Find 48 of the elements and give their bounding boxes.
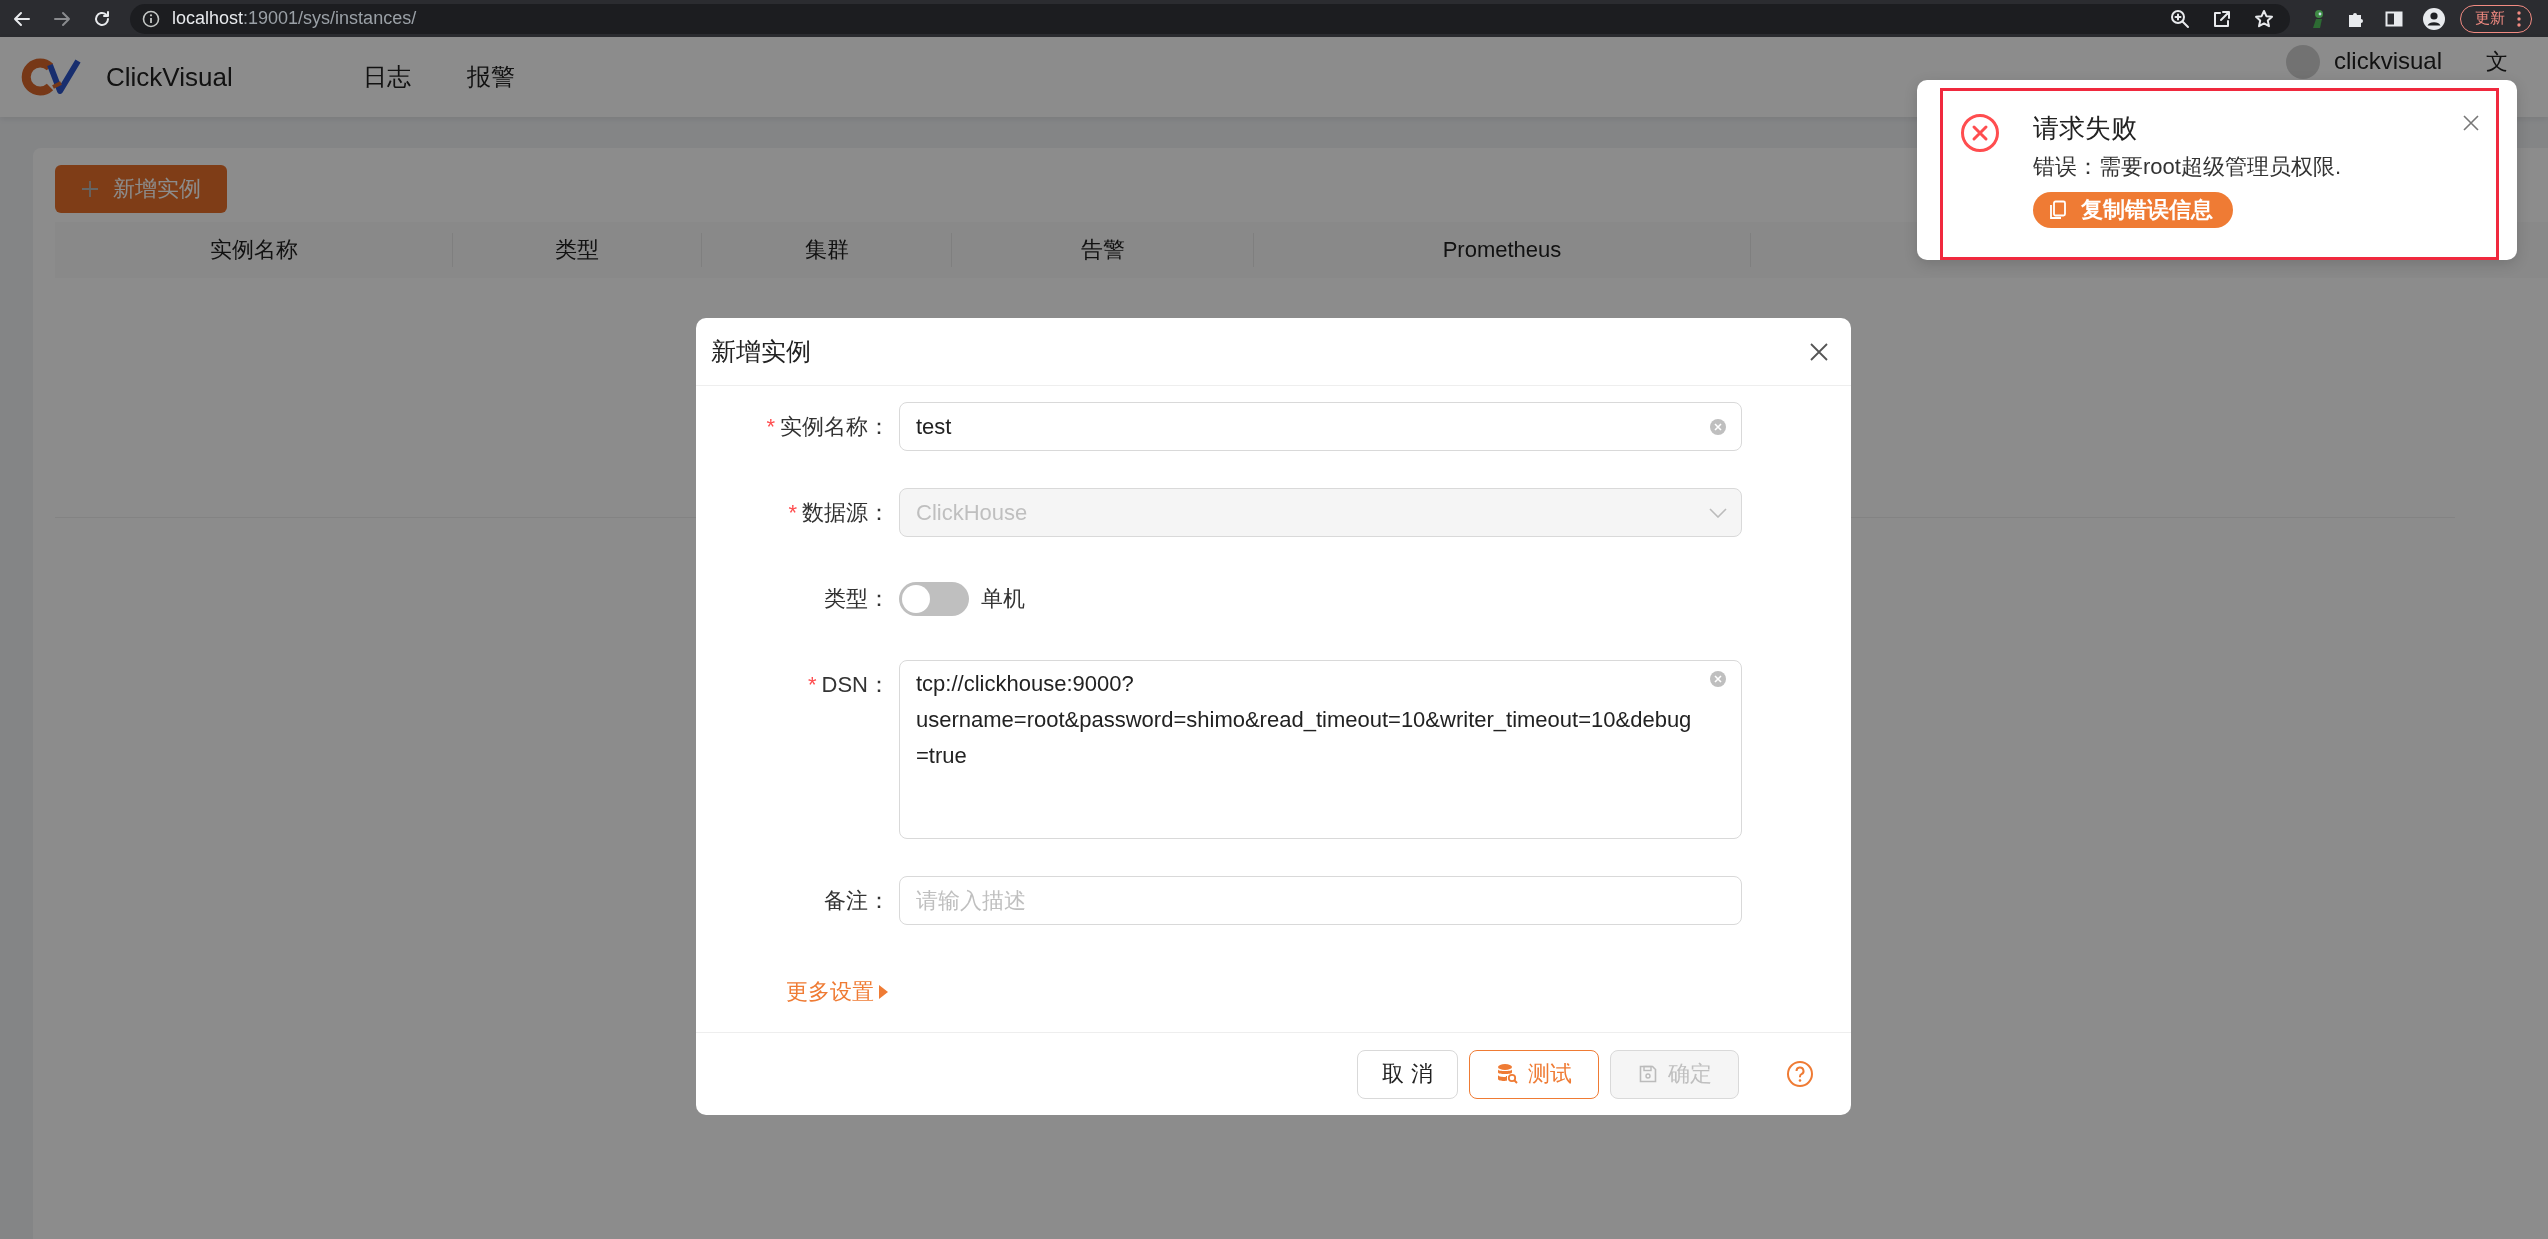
required-mark: *	[766, 413, 775, 440]
dialog-title: 新增实例	[711, 336, 811, 367]
save-icon	[1637, 1064, 1658, 1084]
language-icon[interactable]: 文	[2486, 47, 2508, 77]
nav-link[interactable]: 报警	[466, 61, 515, 93]
column-header: 集群	[702, 233, 952, 267]
required-mark: *	[808, 671, 817, 698]
test-button[interactable]: 测试	[1469, 1049, 1599, 1099]
info-icon	[142, 9, 160, 28]
toggle-switch[interactable]	[899, 581, 969, 616]
field-label: DSN：	[821, 670, 890, 699]
notification-title: 请求失败	[2033, 112, 2138, 145]
url-text: localhost:19001/sys/instances/	[172, 8, 417, 29]
column-header: 告警	[952, 233, 1254, 267]
share-icon[interactable]	[2212, 8, 2232, 29]
help-icon[interactable]	[1786, 1060, 1814, 1088]
input-field[interactable]: test	[899, 402, 1742, 451]
chevron-down-icon	[1709, 507, 1727, 518]
error-icon	[1960, 113, 2000, 153]
user-name[interactable]: clickvisual	[2333, 47, 2442, 75]
textarea-field[interactable]: tcp://clickhouse:9000? username=root&password=shimo&read_timeout=10&writer_timeout=10&debug =true	[899, 660, 1742, 839]
switch-label: 单机	[981, 584, 1025, 613]
field-label: 备注：	[824, 886, 890, 915]
nav-link[interactable]: 日志	[362, 61, 411, 93]
address-bar[interactable]: localhost:19001/sys/instances/	[130, 3, 2290, 34]
copy-icon	[2049, 200, 2067, 220]
star-icon[interactable]	[2254, 8, 2274, 29]
column-header: Prometheus	[1254, 233, 1751, 267]
database-search-icon	[1496, 1063, 1518, 1085]
default-button[interactable]: 取 消	[1357, 1049, 1458, 1099]
field-label: 实例名称：	[780, 412, 890, 441]
required-mark: *	[788, 499, 797, 526]
notification-message: 错误：需要root超级管理员权限.	[2033, 153, 2343, 181]
caret-right-icon	[879, 985, 888, 999]
close-icon[interactable]	[2462, 114, 2480, 132]
logo-icon[interactable]	[20, 57, 84, 97]
profile-icon[interactable]	[2422, 6, 2446, 31]
column-header: 类型	[453, 233, 702, 267]
zoom-icon[interactable]	[2170, 8, 2190, 29]
field-label: 数据源：	[802, 498, 890, 527]
column-header: 实例名称	[55, 233, 453, 267]
brand-name: ClickVisual	[106, 61, 233, 93]
reload-icon[interactable]	[92, 8, 112, 29]
more-settings-link[interactable]: 更多设置	[786, 977, 888, 1007]
plus-icon	[81, 180, 99, 198]
close-icon[interactable]	[1809, 341, 1829, 362]
field-label: 类型：	[824, 584, 890, 613]
more-icon	[2517, 10, 2521, 27]
